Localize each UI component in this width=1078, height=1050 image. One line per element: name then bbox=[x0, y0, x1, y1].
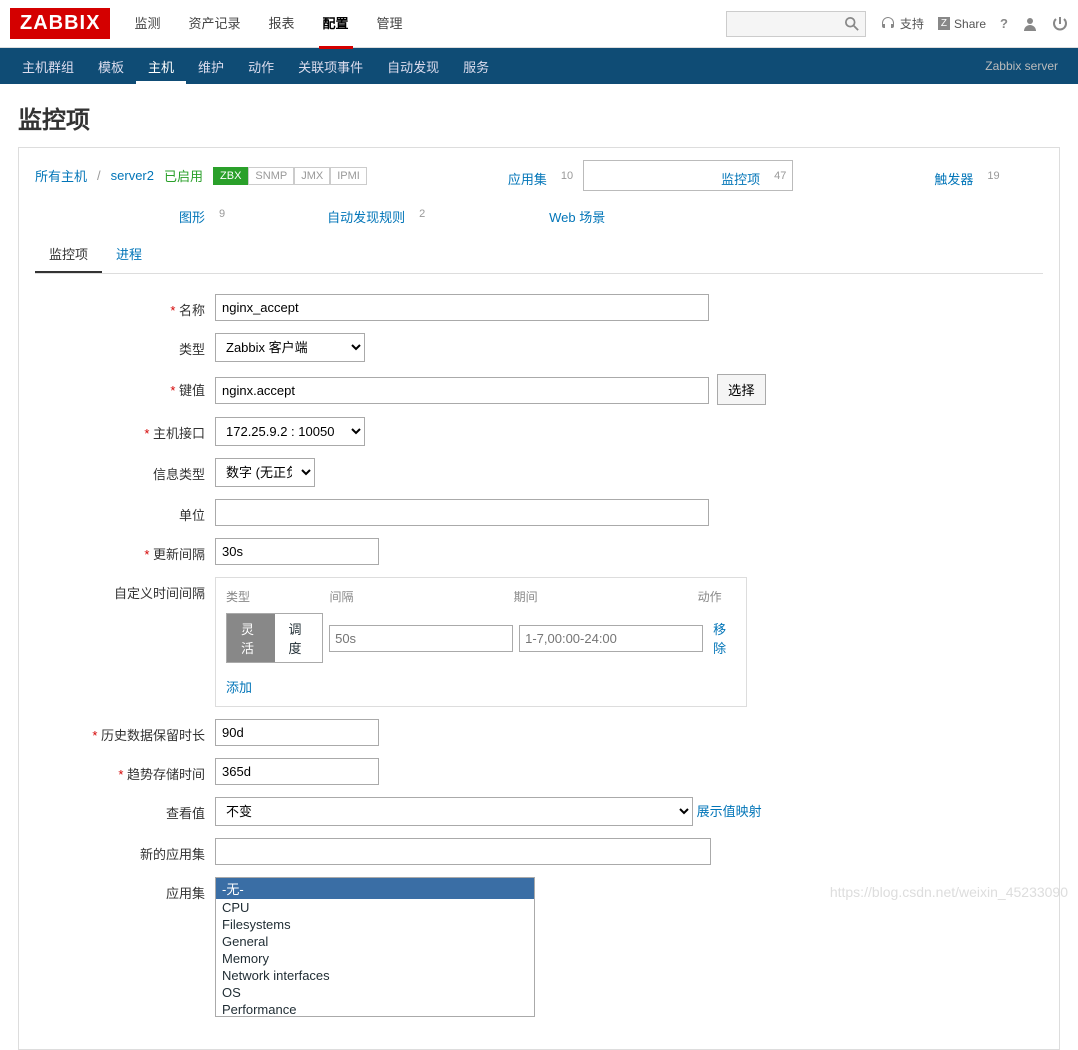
newapp-label: 新的应用集 bbox=[35, 838, 215, 863]
share-badge-icon: Z bbox=[938, 17, 950, 30]
crumb-all-hosts[interactable]: 所有主机 bbox=[35, 166, 87, 185]
topnav-admin[interactable]: 管理 bbox=[373, 0, 407, 49]
list-item[interactable]: Performance bbox=[216, 1001, 534, 1017]
seg-schedule[interactable]: 调度 bbox=[275, 614, 323, 662]
headset-icon bbox=[880, 16, 896, 32]
apps-label: 应用集 bbox=[35, 877, 215, 902]
badge-jmx: JMX bbox=[294, 167, 330, 185]
form-tabs: 监控项 进程 bbox=[35, 236, 1043, 274]
type-select[interactable]: Zabbix 客户端 bbox=[215, 333, 365, 362]
cint-type-toggle[interactable]: 灵活 调度 bbox=[226, 613, 323, 663]
upd-input[interactable] bbox=[215, 538, 379, 565]
cint-add-link[interactable]: 添加 bbox=[226, 677, 736, 696]
cint-label: 自定义时间间隔 bbox=[35, 577, 215, 602]
topnav-reports[interactable]: 报表 bbox=[264, 0, 298, 49]
status-enabled: 已启用 bbox=[164, 166, 203, 185]
unit-label: 单位 bbox=[35, 499, 215, 524]
proto-badges: ZBX SNMP JMX IPMI bbox=[213, 167, 367, 185]
support-link[interactable]: 支持 bbox=[880, 15, 924, 32]
seg-flexible[interactable]: 灵活 bbox=[227, 614, 275, 662]
page-title: 监控项 bbox=[0, 84, 1078, 147]
type-label: 类型 bbox=[35, 333, 215, 358]
subnav-actions[interactable]: 动作 bbox=[236, 49, 286, 84]
subnav-correlation[interactable]: 关联项事件 bbox=[286, 49, 375, 84]
list-item[interactable]: -无- bbox=[216, 878, 534, 899]
upd-label: 更新间隔 bbox=[35, 538, 215, 563]
view-map-link[interactable]: 展示值映射 bbox=[697, 804, 762, 819]
topnav-config[interactable]: 配置 bbox=[319, 0, 353, 49]
cint-remove-link[interactable]: 移除 bbox=[713, 619, 736, 657]
crumb-web[interactable]: Web 场景 bbox=[435, 201, 615, 226]
badge-ipmi: IPMI bbox=[330, 167, 367, 185]
power-icon[interactable] bbox=[1052, 16, 1068, 32]
key-input[interactable] bbox=[215, 377, 709, 404]
crumb-graphs[interactable]: 图形9 bbox=[35, 201, 225, 226]
topnav-inventory[interactable]: 资产记录 bbox=[184, 0, 244, 49]
iface-select[interactable]: 172.25.9.2 : 10050 bbox=[215, 417, 365, 446]
item-form: 名称 类型Zabbix 客户端 键值 选择 主机接口172.25.9.2 : 10… bbox=[35, 274, 1043, 1049]
cint-period-input[interactable] bbox=[519, 625, 703, 652]
list-item[interactable]: Filesystems bbox=[216, 916, 534, 933]
subnav-server: Zabbix server bbox=[985, 59, 1068, 73]
crumb-discovery[interactable]: 自动发现规则2 bbox=[235, 201, 425, 226]
share-link[interactable]: Z Share bbox=[938, 17, 986, 31]
breadcrumb: 所有主机 / server2 已启用 ZBX SNMP JMX IPMI 应用集… bbox=[35, 160, 1043, 226]
trend-label: 趋势存储时间 bbox=[35, 758, 215, 783]
hist-label: 历史数据保留时长 bbox=[35, 719, 215, 744]
subnav-discovery[interactable]: 自动发现 bbox=[375, 49, 451, 84]
name-label: 名称 bbox=[35, 294, 215, 319]
list-item[interactable]: OS bbox=[216, 984, 534, 1001]
search-input[interactable] bbox=[726, 11, 866, 37]
name-input[interactable] bbox=[215, 294, 709, 321]
tab-item[interactable]: 监控项 bbox=[35, 236, 102, 273]
view-select[interactable]: 不变 bbox=[215, 797, 693, 826]
list-item[interactable]: CPU bbox=[216, 899, 534, 916]
list-item[interactable]: Network interfaces bbox=[216, 967, 534, 984]
crumb-triggers[interactable]: 触发器19 bbox=[803, 163, 999, 188]
panel: 所有主机 / server2 已启用 ZBX SNMP JMX IPMI 应用集… bbox=[18, 147, 1060, 1050]
cint-row: 灵活 调度 移除 bbox=[226, 613, 736, 663]
subnav: 主机群组 模板 主机 维护 动作 关联项事件 自动发现 服务 Zabbix se… bbox=[0, 48, 1078, 84]
trend-input[interactable] bbox=[215, 758, 379, 785]
logo: ZABBIX bbox=[10, 8, 110, 39]
topbar-right: 支持 Z Share ? bbox=[726, 11, 1068, 37]
tab-process[interactable]: 进程 bbox=[102, 236, 156, 273]
apps-listbox[interactable]: -无- CPU Filesystems General Memory Netwo… bbox=[215, 877, 535, 1017]
crumb-host[interactable]: server2 bbox=[111, 168, 154, 183]
subnav-hosts[interactable]: 主机 bbox=[136, 49, 186, 84]
search-icon bbox=[845, 17, 859, 31]
hist-input[interactable] bbox=[215, 719, 379, 746]
subnav-services[interactable]: 服务 bbox=[451, 49, 501, 84]
view-label: 查看值 bbox=[35, 797, 215, 822]
key-select-button[interactable]: 选择 bbox=[717, 374, 766, 405]
iface-label: 主机接口 bbox=[35, 417, 215, 442]
list-item[interactable]: General bbox=[216, 933, 534, 950]
list-item[interactable]: Memory bbox=[216, 950, 534, 967]
badge-zbx: ZBX bbox=[213, 167, 248, 185]
info-select[interactable]: 数字 (无正负) bbox=[215, 458, 315, 487]
badge-snmp: SNMP bbox=[248, 167, 294, 185]
cint-header: 类型 间隔 期间 动作 bbox=[226, 588, 736, 605]
subnav-templates[interactable]: 模板 bbox=[86, 49, 136, 84]
topnav-monitor[interactable]: 监测 bbox=[130, 0, 164, 49]
unit-input[interactable] bbox=[215, 499, 709, 526]
crumb-items[interactable]: 监控项47 bbox=[583, 160, 793, 191]
topbar: ZABBIX 监测 资产记录 报表 配置 管理 支持 Z Share ? bbox=[0, 0, 1078, 48]
subnav-maintenance[interactable]: 维护 bbox=[186, 49, 236, 84]
crumb-apps[interactable]: 应用集10 bbox=[377, 163, 573, 188]
topnav: 监测 资产记录 报表 配置 管理 bbox=[130, 0, 725, 49]
help-icon[interactable]: ? bbox=[1000, 16, 1008, 31]
user-icon[interactable] bbox=[1022, 16, 1038, 32]
newapp-input[interactable] bbox=[215, 838, 711, 865]
info-label: 信息类型 bbox=[35, 458, 215, 483]
key-label: 键值 bbox=[35, 374, 215, 399]
subnav-hostgroups[interactable]: 主机群组 bbox=[10, 49, 86, 84]
cint-interval-input[interactable] bbox=[329, 625, 513, 652]
